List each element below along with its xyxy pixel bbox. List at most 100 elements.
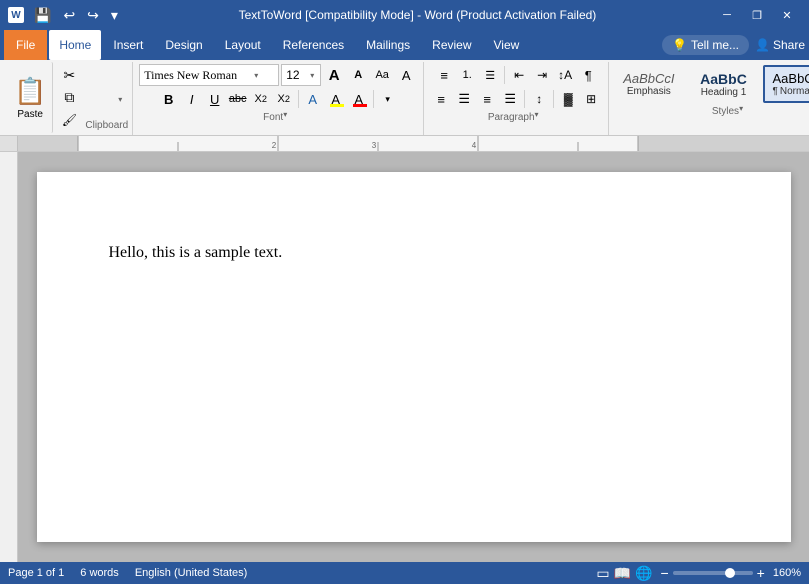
para-row2: ≡ ☰ ≡ ☰ ↕ ▓ ⊞ — [430, 88, 602, 110]
horizontal-ruler: 2 3 4 — [18, 136, 809, 151]
page-content[interactable]: Hello, this is a sample text. — [109, 244, 719, 262]
styles-label: Styles — [712, 106, 739, 127]
borders-button[interactable]: ⊞ — [580, 88, 602, 110]
bold-button[interactable]: B — [158, 88, 180, 110]
copy-button[interactable]: ⧉ — [57, 88, 81, 106]
minimize-button[interactable]: ─ — [713, 5, 741, 25]
paste-label: Paste — [17, 109, 43, 120]
close-button[interactable]: ✕ — [773, 5, 801, 25]
svg-text:3: 3 — [372, 141, 377, 150]
decrease-indent-button[interactable]: ⇤ — [508, 64, 530, 86]
menu-file[interactable]: File — [4, 30, 47, 60]
undo-button[interactable]: ↩ — [59, 5, 79, 26]
menu-mailings[interactable]: Mailings — [356, 30, 420, 60]
show-paragraph-button[interactable]: ¶ — [577, 64, 599, 86]
zoom-out-button[interactable]: − — [660, 565, 668, 581]
paragraph-group: ≡ 1. ☰ ⇤ ⇥ ↕A ¶ ≡ ☰ ≡ ☰ ↕ ▓ ⊞ Par — [424, 62, 609, 135]
align-left-button[interactable]: ≡ — [430, 88, 452, 110]
clear-formatting-button[interactable]: A — [395, 64, 417, 86]
style-normal-button[interactable]: AaBbCcI ¶ Normal — [763, 65, 809, 103]
font-label: Font — [263, 112, 283, 133]
numbering-button[interactable]: 1. — [456, 64, 478, 86]
menu-layout[interactable]: Layout — [215, 30, 271, 60]
document-scroll[interactable]: Hello, this is a sample text. — [18, 152, 809, 562]
increase-indent-button[interactable]: ⇥ — [531, 64, 553, 86]
shading-button[interactable]: ▓ — [557, 88, 579, 110]
menu-review[interactable]: Review — [422, 30, 481, 60]
menu-insert[interactable]: Insert — [103, 30, 153, 60]
share-label: Share — [773, 38, 805, 52]
layout-buttons: ▭ 📖 🌐 — [596, 565, 652, 582]
paste-button[interactable]: 📋 Paste — [8, 62, 53, 133]
restore-button[interactable]: ❐ — [743, 5, 771, 25]
zoom-slider: − + — [660, 565, 764, 581]
font-family-input[interactable] — [144, 68, 254, 83]
paragraph-expand-button[interactable]: ▾ — [535, 110, 545, 133]
read-mode-button[interactable]: 📖 — [614, 565, 631, 582]
heading1-label: Heading 1 — [699, 87, 749, 98]
styles-buttons: AaBbCcI Emphasis AaBbC Heading 1 AaBbCcI… — [613, 64, 809, 104]
styles-expand2-button[interactable]: ▾ — [739, 104, 749, 127]
font-size-dropdown-arrow[interactable]: ▾ — [310, 71, 314, 80]
justify-button[interactable]: ☰ — [499, 88, 521, 110]
format-painter-button[interactable]: 🖌 — [57, 111, 81, 129]
menubar: File Home Insert Design Layout Reference… — [0, 30, 809, 60]
font-size-selector[interactable]: ▾ — [281, 64, 321, 86]
menu-view[interactable]: View — [484, 30, 530, 60]
zoom-thumb[interactable] — [725, 568, 735, 578]
font-color-button[interactable]: A — [348, 88, 370, 110]
clipboard-expand-button[interactable]: ▾ — [118, 95, 128, 118]
bullets-button[interactable]: ≡ — [433, 64, 455, 86]
paragraph-label: Paragraph — [488, 112, 535, 133]
align-center-button[interactable]: ☰ — [453, 88, 475, 110]
font-row1: ▾ ▾ A A Aa A — [139, 64, 417, 86]
ruler-svg: 2 3 4 — [18, 136, 809, 151]
font-size-input[interactable] — [286, 68, 310, 82]
change-case-button[interactable]: Aa — [371, 64, 393, 86]
font-row2: B I U abc X2 X2 A A A ▾ — [158, 88, 399, 110]
redo-button[interactable]: ↪ — [83, 5, 103, 26]
menu-home[interactable]: Home — [49, 30, 101, 60]
style-emphasis-button[interactable]: AaBbCcI Emphasis — [613, 65, 684, 103]
print-layout-button[interactable]: ▭ — [596, 565, 609, 582]
text-effects-button[interactable]: A — [302, 88, 324, 110]
page-info: Page 1 of 1 — [8, 567, 64, 579]
document-area: Hello, this is a sample text. — [0, 152, 809, 562]
ribbon: 📋 Paste ✂ ⧉ 🖌 ▾ Clipboard ▾ — [0, 60, 809, 136]
zoom-in-button[interactable]: + — [757, 565, 765, 581]
menu-references[interactable]: References — [273, 30, 354, 60]
cut-button[interactable]: ✂ — [57, 66, 81, 84]
highlight-color-button[interactable]: A — [325, 88, 347, 110]
line-spacing-button[interactable]: ↕ — [528, 88, 550, 110]
save-button[interactable]: 💾 — [30, 5, 55, 26]
zoom-track[interactable] — [673, 571, 753, 575]
font-family-dropdown-arrow[interactable]: ▾ — [254, 71, 258, 80]
multilevel-button[interactable]: ☰ — [479, 64, 501, 86]
subscript-button[interactable]: X2 — [250, 88, 272, 110]
font-expand-button[interactable]: ▾ — [283, 110, 293, 133]
strikethrough-button[interactable]: abc — [227, 88, 249, 110]
menu-design[interactable]: Design — [155, 30, 212, 60]
clipboard-group: 📋 Paste ✂ ⧉ 🖌 ▾ Clipboard — [4, 62, 133, 135]
font-family-selector[interactable]: ▾ — [139, 64, 279, 86]
font-color-dropdown[interactable]: ▾ — [377, 88, 399, 110]
web-layout-button[interactable]: 🌐 — [635, 565, 652, 582]
sort-button[interactable]: ↕A — [554, 64, 576, 86]
emphasis-label: Emphasis — [623, 86, 674, 97]
emphasis-preview: AaBbCcI — [623, 71, 674, 86]
superscript-button[interactable]: X2 — [273, 88, 295, 110]
style-heading1-button[interactable]: AaBbC Heading 1 — [689, 65, 759, 104]
align-right-button[interactable]: ≡ — [476, 88, 498, 110]
tell-me-button[interactable]: 💡 Tell me... — [662, 35, 749, 55]
share-button[interactable]: 👤 Share — [755, 38, 805, 52]
ruler-corner — [0, 136, 18, 151]
svg-text:4: 4 — [472, 141, 477, 150]
qat-dropdown-button[interactable]: ▾ — [107, 5, 122, 26]
lightbulb-icon: 💡 — [672, 38, 687, 52]
shrink-font-button[interactable]: A — [347, 64, 369, 86]
normal-label: ¶ Normal — [773, 86, 809, 97]
italic-button[interactable]: I — [181, 88, 203, 110]
language: English (United States) — [135, 567, 248, 579]
underline-button[interactable]: U — [204, 88, 226, 110]
grow-font-button[interactable]: A — [323, 64, 345, 86]
